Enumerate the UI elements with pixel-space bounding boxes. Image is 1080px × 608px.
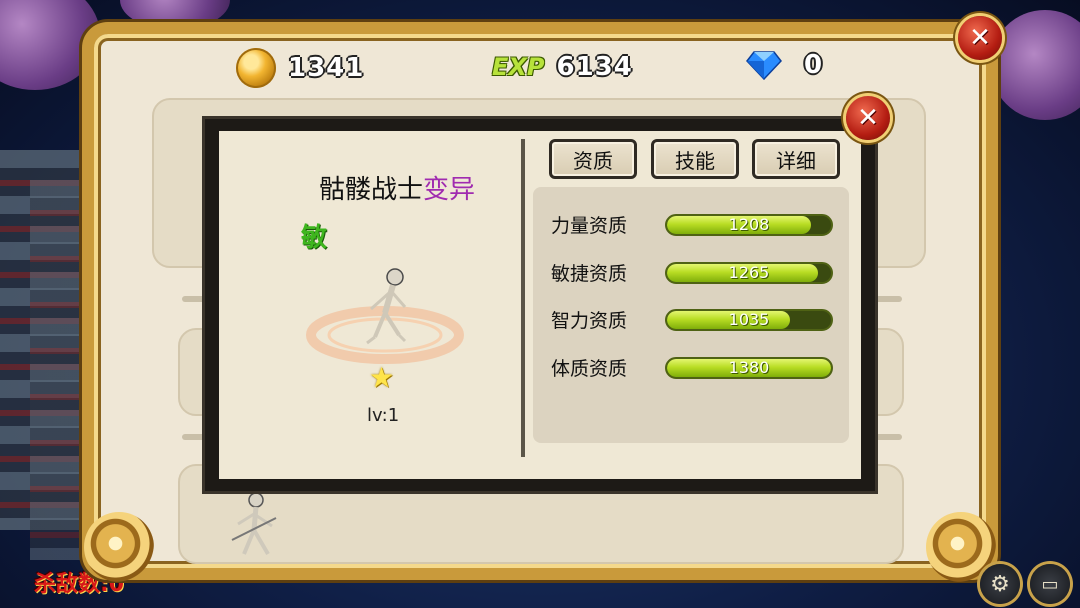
frame-corner-ornament [84, 512, 154, 582]
character-name: 骷髅战士变异 [319, 169, 475, 206]
exp-icon: EXP [492, 53, 545, 81]
dialog-close-button[interactable]: ✕ [846, 96, 890, 140]
character-name-text: 骷髅战士 [319, 175, 424, 205]
exp-value: 6134 [556, 52, 633, 82]
star-icon: ★ [369, 361, 395, 394]
skeleton-warrior-sprite [306, 268, 464, 364]
aptitude-label: 智力资质 [551, 310, 628, 332]
aptitude-value: 1380 [728, 357, 770, 377]
settings-button[interactable]: ⚙ [980, 564, 1020, 604]
aptitude-row-agility: 敏捷资质 1265 [551, 259, 833, 286]
gear-icon: ⚙ [990, 571, 1010, 597]
background-tree [990, 10, 1080, 120]
background-skeleton-army [30, 180, 80, 560]
exp-display: EXP 6134 [492, 52, 633, 82]
diamond-icon [746, 51, 782, 80]
tab-skills[interactable]: 技能 [651, 139, 739, 179]
aptitude-label: 体质资质 [551, 358, 628, 380]
tab-details[interactable]: 详细 [752, 139, 840, 179]
aptitude-value: 1035 [728, 309, 770, 329]
aptitude-bar: 1380 [665, 356, 833, 379]
aptitude-row-strength: 力量资质 1208 [551, 211, 833, 238]
character-level: lv:1 [367, 405, 400, 426]
gem-display: 0 [746, 50, 823, 80]
aptitude-panel: 力量资质 1208 敏捷资质 1265 智力资质 1035 体质资质 1380 [533, 187, 849, 443]
menu-button[interactable]: ▭ [1030, 564, 1070, 604]
aptitude-value: 1208 [728, 214, 770, 234]
aptitude-bar: 1265 [665, 261, 833, 284]
computer-icon: ▭ [1041, 573, 1059, 595]
aptitude-label: 力量资质 [551, 215, 628, 237]
character-type-badge: 敏 [301, 223, 328, 253]
dialog-divider [521, 139, 525, 457]
character-detail-dialog: 骷髅战士变异 敏 ★ lv:1 资质 技能 详细 力量资质 1208 敏捷资质 … [202, 116, 878, 494]
aptitude-bar: 1035 [665, 308, 833, 331]
gold-coin-icon [236, 48, 276, 88]
dialog-content: 骷髅战士变异 敏 ★ lv:1 资质 技能 详细 力量资质 1208 敏捷资质 … [219, 131, 861, 479]
skeleton-sprite-small [231, 492, 277, 556]
aptitude-row-constitution: 体质资质 1380 [551, 354, 833, 381]
tab-aptitude[interactable]: 资质 [549, 139, 637, 179]
aptitude-value: 1265 [728, 262, 770, 282]
aptitude-bar: 1208 [665, 213, 833, 236]
aptitude-row-intelligence: 智力资质 1035 [551, 306, 833, 333]
aptitude-label: 敏捷资质 [551, 263, 628, 285]
main-close-button[interactable]: ✕ [958, 16, 1002, 60]
gem-value: 0 [804, 50, 824, 80]
gold-value: 1341 [288, 53, 365, 83]
mutation-tag: 变异 [423, 175, 476, 205]
gold-display: 1341 [236, 48, 364, 88]
close-x-icon: ✕ [969, 23, 991, 53]
close-x-icon: ✕ [857, 103, 879, 133]
